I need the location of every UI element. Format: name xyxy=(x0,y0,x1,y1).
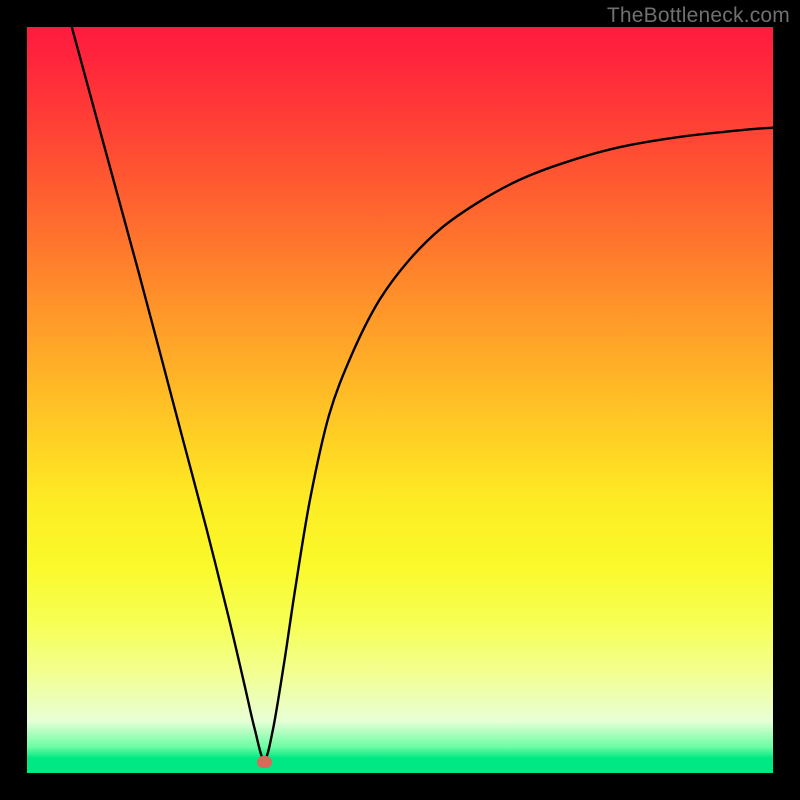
bottleneck-curve xyxy=(27,27,773,773)
watermark-text: TheBottleneck.com xyxy=(607,4,790,28)
min-marker xyxy=(257,756,272,768)
chart-frame xyxy=(27,27,773,773)
